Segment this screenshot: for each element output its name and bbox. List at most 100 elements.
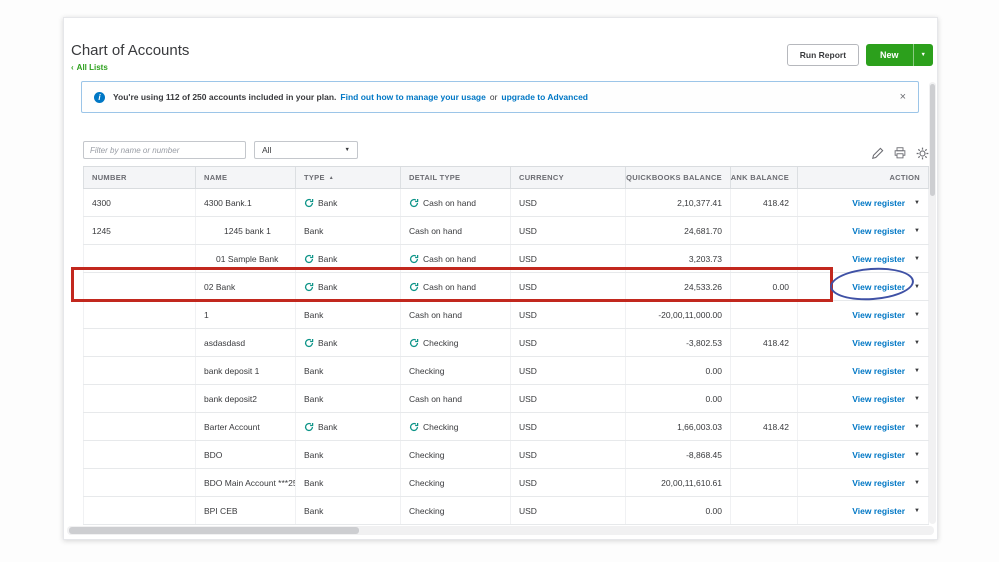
column-header-bank-balance[interactable]: BANK BALANCE bbox=[731, 167, 798, 188]
type-filter-dropdown[interactable]: All ▼ bbox=[254, 141, 358, 159]
view-register-link[interactable]: View register bbox=[852, 394, 905, 404]
chart-of-accounts-card: Chart of Accounts ‹ All Lists Run Report… bbox=[63, 17, 938, 540]
cell-action: View register ▼ bbox=[798, 413, 929, 440]
all-lists-link[interactable]: ‹ All Lists bbox=[71, 63, 108, 72]
cell-currency: USD bbox=[511, 273, 626, 300]
cell-detail-type: Checking bbox=[401, 497, 511, 524]
cell-type: Bank bbox=[296, 245, 401, 272]
cell-currency: USD bbox=[511, 497, 626, 524]
chevron-down-icon[interactable]: ▼ bbox=[914, 200, 920, 206]
edit-pencil-icon[interactable] bbox=[872, 147, 884, 159]
column-header-currency[interactable]: CURRENCY bbox=[511, 167, 626, 188]
chevron-down-icon[interactable]: ▼ bbox=[914, 228, 920, 234]
filter-row: All ▼ bbox=[83, 140, 929, 160]
chevron-down-icon[interactable]: ▼ bbox=[914, 508, 920, 514]
cell-number bbox=[83, 497, 196, 524]
table-row[interactable]: 1BankCash on handUSD-20,00,11,000.00View… bbox=[83, 301, 929, 329]
table-row[interactable]: BDOBankCheckingUSD-8,868.45View register… bbox=[83, 441, 929, 469]
table-row[interactable]: asdasdasdBankCheckingUSD-3,802.53418.42V… bbox=[83, 329, 929, 357]
table-row[interactable]: 12451245 bank 1BankCash on handUSD24,681… bbox=[83, 217, 929, 245]
column-header-number[interactable]: NUMBER bbox=[83, 167, 196, 188]
chevron-down-icon[interactable]: ▼ bbox=[914, 312, 920, 318]
table-row[interactable]: BDO Main Account ***2536BankCheckingUSD2… bbox=[83, 469, 929, 497]
cell-bank-balance bbox=[731, 245, 798, 272]
chevron-down-icon[interactable]: ▼ bbox=[914, 396, 920, 402]
column-header-detail-type[interactable]: DETAIL TYPE bbox=[401, 167, 511, 188]
cell-type: Bank bbox=[296, 329, 401, 356]
vertical-scrollbar[interactable] bbox=[929, 82, 936, 524]
cell-currency: USD bbox=[511, 189, 626, 216]
cell-detail-type: Cash on hand bbox=[401, 217, 511, 244]
gear-icon[interactable] bbox=[916, 147, 929, 160]
filter-name-input[interactable] bbox=[83, 141, 246, 159]
run-report-button[interactable]: Run Report bbox=[787, 44, 859, 66]
table-body: 43004300 Bank.1BankCash on handUSD2,10,3… bbox=[83, 189, 929, 525]
cell-action: View register ▼ bbox=[798, 301, 929, 328]
view-register-link[interactable]: View register bbox=[852, 422, 905, 432]
column-header-quickbooks-balance[interactable]: QUICKBOOKS BALANCE bbox=[626, 167, 731, 188]
table-row[interactable]: 02 BankBankCash on handUSD24,533.260.00V… bbox=[83, 273, 929, 301]
view-register-link[interactable]: View register bbox=[852, 506, 905, 516]
banner-message: You're using 112 of 250 accounts include… bbox=[113, 92, 336, 102]
view-register-link[interactable]: View register bbox=[852, 254, 905, 264]
cell-quickbooks-balance: 0.00 bbox=[626, 497, 731, 524]
linked-account-icon bbox=[304, 422, 314, 432]
cell-quickbooks-balance: -3,802.53 bbox=[626, 329, 731, 356]
table-row[interactable]: Barter AccountBankCheckingUSD1,66,003.03… bbox=[83, 413, 929, 441]
cell-detail-type: Cash on hand bbox=[401, 273, 511, 300]
chevron-down-icon[interactable]: ▼ bbox=[914, 480, 920, 486]
column-header-name[interactable]: NAME bbox=[196, 167, 296, 188]
view-register-link[interactable]: View register bbox=[852, 338, 905, 348]
chevron-down-icon[interactable]: ▼ bbox=[914, 284, 920, 290]
cell-detail-type: Cash on hand bbox=[401, 301, 511, 328]
chevron-down-icon[interactable]: ▼ bbox=[914, 452, 920, 458]
chevron-down-icon[interactable]: ▼ bbox=[914, 368, 920, 374]
upgrade-advanced-link[interactable]: upgrade to Advanced bbox=[501, 92, 588, 102]
view-register-link[interactable]: View register bbox=[852, 366, 905, 376]
view-register-link[interactable]: View register bbox=[852, 478, 905, 488]
table-row[interactable]: 43004300 Bank.1BankCash on handUSD2,10,3… bbox=[83, 189, 929, 217]
table-row[interactable]: BPI CEBBankCheckingUSD0.00View register▼ bbox=[83, 497, 929, 525]
cell-type: Bank bbox=[296, 385, 401, 412]
view-register-link[interactable]: View register bbox=[852, 198, 905, 208]
view-register-link[interactable]: View register bbox=[852, 310, 905, 320]
cell-quickbooks-balance: 3,203.73 bbox=[626, 245, 731, 272]
view-register-link[interactable]: View register bbox=[852, 450, 905, 460]
cell-type: Bank bbox=[296, 217, 401, 244]
table-row[interactable]: 01 Sample BankBankCash on handUSD3,203.7… bbox=[83, 245, 929, 273]
cell-currency: USD bbox=[511, 245, 626, 272]
cell-name: 1 bbox=[196, 301, 296, 328]
table-row[interactable]: bank deposit 1BankCheckingUSD0.00View re… bbox=[83, 357, 929, 385]
horizontal-scrollbar[interactable] bbox=[67, 526, 934, 535]
chevron-down-icon[interactable]: ▼ bbox=[914, 256, 920, 262]
cell-quickbooks-balance: 24,533.26 bbox=[626, 273, 731, 300]
cell-action: View register ▼ bbox=[798, 441, 929, 468]
chevron-down-icon[interactable]: ▼ bbox=[914, 340, 920, 346]
manage-usage-link[interactable]: Find out how to manage your usage bbox=[340, 92, 485, 102]
cell-name: bank deposit2 bbox=[196, 385, 296, 412]
cell-name: bank deposit 1 bbox=[196, 357, 296, 384]
horizontal-scrollbar-thumb[interactable] bbox=[69, 527, 359, 534]
vertical-scrollbar-thumb[interactable] bbox=[930, 84, 935, 196]
column-header-type[interactable]: TYPE ▲ bbox=[296, 167, 401, 188]
cell-bank-balance bbox=[731, 497, 798, 524]
new-button[interactable]: New ▼ bbox=[866, 44, 933, 66]
view-register-link[interactable]: View register bbox=[852, 226, 905, 236]
chevron-down-icon[interactable]: ▼ bbox=[913, 44, 933, 66]
cell-detail-type: Checking bbox=[401, 469, 511, 496]
cell-name: BPI CEB bbox=[196, 497, 296, 524]
cell-number bbox=[83, 469, 196, 496]
table-row[interactable]: bank deposit2BankCash on handUSD0.00View… bbox=[83, 385, 929, 413]
close-icon[interactable]: × bbox=[900, 92, 906, 103]
chevron-down-icon[interactable]: ▼ bbox=[914, 424, 920, 430]
cell-bank-balance: 418.42 bbox=[731, 329, 798, 356]
cell-currency: USD bbox=[511, 469, 626, 496]
cell-action: View register ▼ bbox=[798, 497, 929, 524]
cell-currency: USD bbox=[511, 385, 626, 412]
view-register-link[interactable]: View register bbox=[852, 282, 905, 292]
print-icon[interactable] bbox=[894, 147, 906, 159]
cell-action: View register ▼ bbox=[798, 329, 929, 356]
cell-number bbox=[83, 357, 196, 384]
cell-number bbox=[83, 441, 196, 468]
linked-account-icon bbox=[409, 198, 419, 208]
